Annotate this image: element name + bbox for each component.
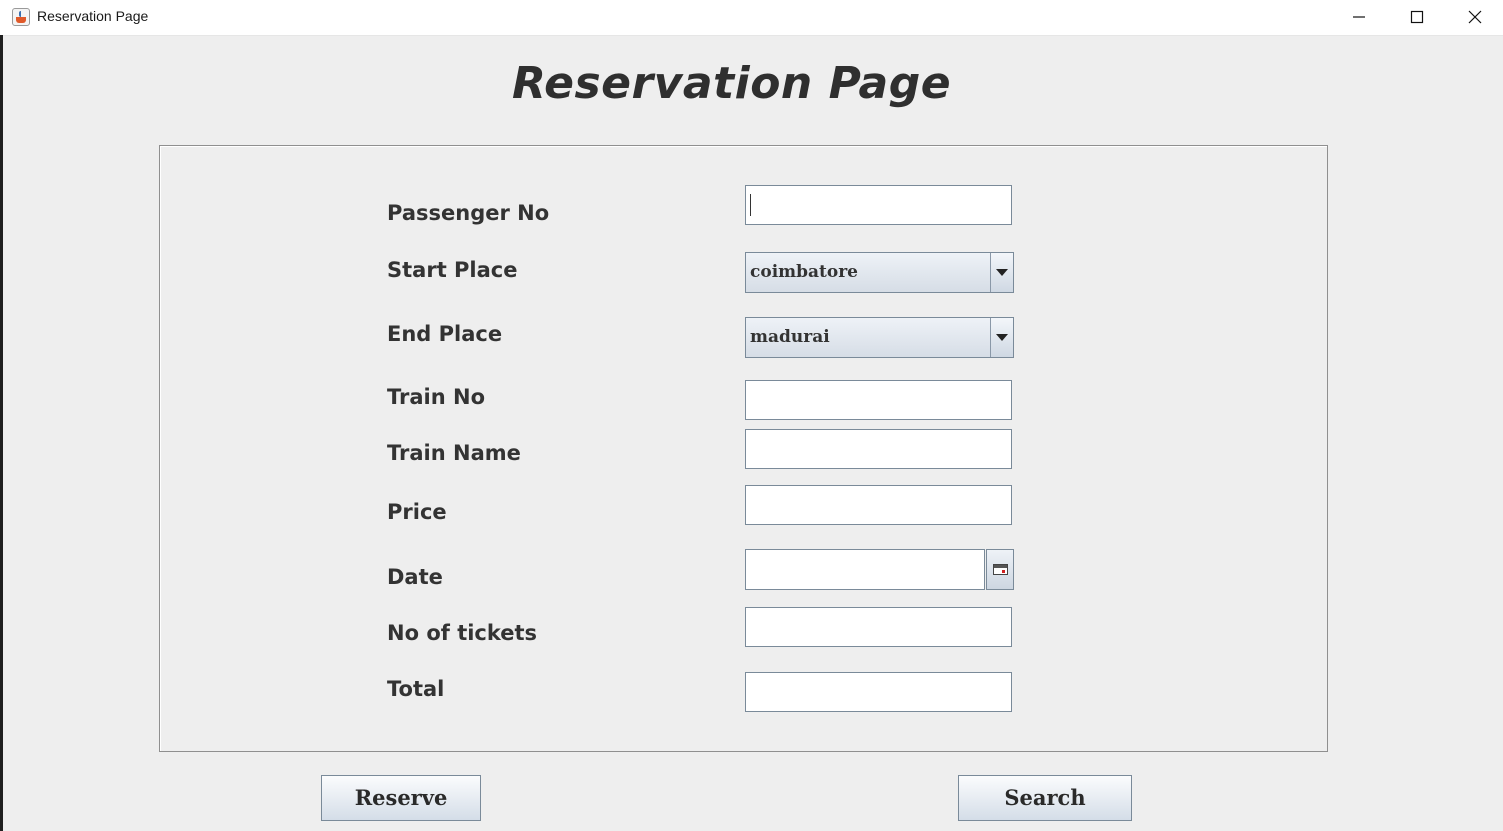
date-picker-button[interactable] [986,549,1014,590]
date-label: Date [387,565,443,589]
reserve-button[interactable]: Reserve [321,775,481,821]
price-label: Price [387,500,447,524]
start-place-dropdown[interactable]: coimbatore [745,252,1014,293]
price-field[interactable] [745,485,1012,525]
page-title: Reservation Page [511,58,952,109]
train-no-field[interactable] [745,380,1012,420]
total-field[interactable] [745,672,1012,712]
passenger-no-field[interactable] [745,185,1012,225]
end-place-label: End Place [387,322,503,346]
maximize-button[interactable] [1388,0,1446,35]
date-field[interactable] [745,549,985,590]
train-name-label: Train Name [387,441,521,465]
end-place-dropdown[interactable]: madurai [745,317,1014,358]
tickets-label: No of tickets [387,621,538,645]
minimize-icon [1353,16,1365,18]
minimize-button[interactable] [1330,0,1388,35]
end-place-selected: madurai [750,327,830,347]
chevron-down-icon[interactable] [990,253,1013,292]
window-titlebar: Reservation Page [0,0,1503,36]
close-icon [1468,10,1482,24]
chevron-down-icon[interactable] [990,318,1013,357]
calendar-icon [993,564,1008,575]
close-button[interactable] [1446,0,1503,35]
train-no-label: Train No [387,385,486,409]
text-caret [750,194,751,216]
start-place-label: Start Place [387,258,518,282]
java-icon [12,8,30,26]
window-title: Reservation Page [37,8,149,24]
search-button[interactable]: Search [958,775,1132,821]
form-panel [159,145,1328,752]
start-place-selected: coimbatore [750,262,859,282]
tickets-field[interactable] [745,607,1012,647]
passenger-no-label: Passenger No [387,201,550,225]
window-edge [0,35,3,831]
train-name-field[interactable] [745,429,1012,469]
maximize-icon [1410,10,1424,24]
total-label: Total [387,677,445,701]
